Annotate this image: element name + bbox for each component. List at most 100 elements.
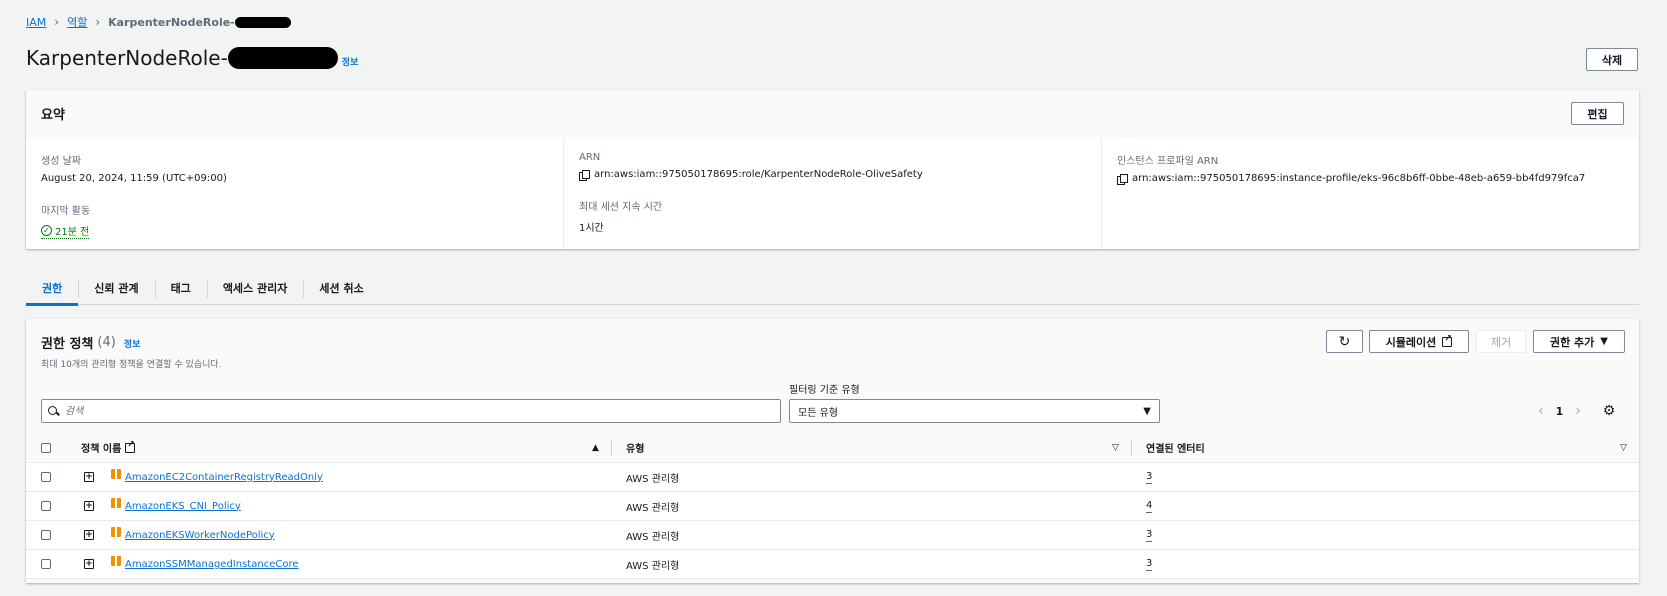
instance-profile-value: arn:aws:iam::975050178695:instance-profi… xyxy=(1132,173,1586,184)
attached-entities[interactable]: 3 xyxy=(1146,471,1153,484)
breadcrumb-current-label: KarpenterNodeRole- xyxy=(108,15,235,29)
table-row: + AmazonSSMManagedInstanceCore AWS 관리형 3 xyxy=(26,550,1639,579)
edit-button[interactable]: 편집 xyxy=(1571,102,1624,125)
sort-ascending-icon[interactable]: ▲ xyxy=(592,443,599,453)
summary-col-3: 인스턴스 프로파일 ARN arn:aws:iam::975050178695:… xyxy=(1101,138,1639,249)
last-activity: ✓ 21분 전 xyxy=(41,223,548,239)
select-all-checkbox[interactable] xyxy=(41,442,51,453)
row-checkbox[interactable] xyxy=(41,530,51,540)
external-link-icon xyxy=(125,440,136,453)
arn-label: ARN xyxy=(579,152,601,163)
created-value: August 20, 2024, 11:59 (UTC+09:00) xyxy=(41,173,227,184)
info-link[interactable]: 정보 xyxy=(342,55,359,68)
summary-body: 생성 날짜 August 20, 2024, 11:59 (UTC+09:00)… xyxy=(26,138,1639,249)
arn-value: arn:aws:iam::975050178695:role/Karpenter… xyxy=(594,169,923,180)
table-row: + AmazonEC2ContainerRegistryReadOnly AWS… xyxy=(26,463,1639,492)
breadcrumb-iam[interactable]: IAM xyxy=(26,16,46,29)
chevron-right-icon: › xyxy=(95,15,101,29)
gear-icon[interactable]: ⚙ xyxy=(1601,403,1617,419)
last-activity-value: 21분 전 xyxy=(55,227,90,238)
redaction xyxy=(234,16,291,28)
tab-access-advisor[interactable]: 액세스 관리자 xyxy=(206,272,304,305)
policies-table: 정책 이름 ▲ 유형 ▽ 연결된 엔터티 ▽ + AmazonEC2Contai… xyxy=(26,433,1639,579)
created-label: 생성 날짜 xyxy=(41,156,81,167)
instance-profile-label: 인스턴스 프로파일 ARN xyxy=(1117,156,1219,167)
copy-icon[interactable] xyxy=(1117,173,1128,185)
filter-label: 필터링 기준 유형 xyxy=(789,385,860,396)
instance-profile-row: arn:aws:iam::975050178695:instance-profi… xyxy=(1117,173,1624,185)
search-input[interactable] xyxy=(65,405,765,417)
column-divider xyxy=(1131,440,1132,456)
table-row: + AmazonEKS_CNI_Policy AWS 관리형 4 xyxy=(26,492,1639,521)
refresh-icon: ↻ xyxy=(1338,333,1351,350)
last-activity-status[interactable]: ✓ 21분 전 xyxy=(41,223,90,239)
expand-icon[interactable]: + xyxy=(84,530,94,540)
policy-type: AWS 관리형 xyxy=(626,473,680,485)
chevron-right-icon: › xyxy=(54,15,60,29)
last-activity-label: 마지막 활동 xyxy=(41,206,91,217)
policy-link[interactable]: AmazonEC2ContainerRegistryReadOnly xyxy=(125,472,323,483)
managed-policy-icon xyxy=(111,527,121,537)
tab-tags[interactable]: 태그 xyxy=(154,272,207,305)
summary-header: 요약 편집 xyxy=(26,90,1639,138)
policy-type: AWS 관리형 xyxy=(626,502,680,514)
chevron-left-icon[interactable]: ‹ xyxy=(1538,403,1544,419)
managed-policy-icon xyxy=(111,556,121,566)
chevron-right-icon[interactable]: › xyxy=(1575,403,1581,419)
search-icon xyxy=(48,405,59,417)
remove-button[interactable]: 제거 xyxy=(1476,330,1526,353)
policy-link[interactable]: AmazonEKSWorkerNodePolicy xyxy=(125,530,275,541)
policy-link[interactable]: AmazonSSMManagedInstanceCore xyxy=(125,559,299,570)
permissions-panel: 권한 정책 (4) 정보 최대 10개의 관리형 정책을 연결할 수 있습니다.… xyxy=(26,319,1639,583)
page-title: KarpenterNodeRole- 정보 xyxy=(26,46,358,70)
sort-icon[interactable]: ▽ xyxy=(1112,443,1119,453)
row-checkbox[interactable] xyxy=(41,472,51,482)
policy-type: AWS 관리형 xyxy=(626,531,680,543)
tab-revoke-sessions[interactable]: 세션 취소 xyxy=(303,272,379,305)
tab-trust-relationships[interactable]: 신뢰 관계 xyxy=(78,272,154,305)
pagination: ‹ 1 › xyxy=(1538,403,1581,419)
add-permissions-label: 권한 추가 xyxy=(1549,335,1595,349)
type-filter-select[interactable]: 모든 유형 ▼ xyxy=(789,399,1160,423)
attached-entities[interactable]: 3 xyxy=(1146,558,1153,571)
breadcrumb: IAM › 역할 › KarpenterNodeRole- xyxy=(26,14,291,30)
delete-button[interactable]: 삭제 xyxy=(1586,48,1638,71)
row-checkbox[interactable] xyxy=(41,559,51,569)
check-circle-icon: ✓ xyxy=(41,225,52,236)
breadcrumb-roles[interactable]: 역할 xyxy=(67,14,87,30)
permissions-description: 최대 10개의 관리형 정책을 연결할 수 있습니다. xyxy=(41,360,222,370)
managed-policy-icon xyxy=(111,469,121,479)
permissions-title: 권한 정책 (4) 정보 xyxy=(41,333,140,352)
simulate-button[interactable]: 시뮬레이션 xyxy=(1369,330,1469,353)
row-checkbox[interactable] xyxy=(41,501,51,511)
caret-down-icon: ▼ xyxy=(1600,336,1608,347)
column-policy-name-label: 정책 이름 xyxy=(81,444,122,455)
max-session-label: 최대 세션 지속 시간 xyxy=(579,202,663,213)
page-number[interactable]: 1 xyxy=(1556,405,1564,418)
summary-title: 요약 xyxy=(41,108,65,123)
summary-col-2: ARN arn:aws:iam::975050178695:role/Karpe… xyxy=(563,138,1101,249)
expand-icon[interactable]: + xyxy=(84,559,94,569)
column-attached-entities[interactable]: 연결된 엔터티 xyxy=(1146,440,1205,455)
column-policy-name[interactable]: 정책 이름 xyxy=(81,440,136,455)
permissions-title-text: 권한 정책 xyxy=(41,337,94,352)
refresh-button[interactable]: ↻ xyxy=(1326,330,1363,353)
external-link-icon xyxy=(1442,334,1453,347)
column-divider xyxy=(611,440,612,456)
expand-icon[interactable]: + xyxy=(84,501,94,511)
copy-icon[interactable] xyxy=(579,169,590,181)
policy-link[interactable]: AmazonEKS_CNI_Policy xyxy=(125,501,241,512)
info-link[interactable]: 정보 xyxy=(124,337,141,350)
sort-icon[interactable]: ▽ xyxy=(1620,443,1627,453)
summary-panel: 요약 편집 생성 날짜 August 20, 2024, 11:59 (UTC+… xyxy=(26,90,1639,249)
page-title-text: KarpenterNodeRole- xyxy=(26,46,228,70)
column-type[interactable]: 유형 xyxy=(626,440,644,455)
search-box xyxy=(41,399,781,423)
add-permissions-button[interactable]: 권한 추가 ▼ xyxy=(1533,330,1625,353)
attached-entities[interactable]: 3 xyxy=(1146,529,1153,542)
tab-bar: 권한 신뢰 관계 태그 액세스 관리자 세션 취소 xyxy=(26,272,1639,306)
summary-col-1: 생성 날짜 August 20, 2024, 11:59 (UTC+09:00)… xyxy=(26,138,563,249)
attached-entities[interactable]: 4 xyxy=(1146,500,1153,513)
tab-permissions[interactable]: 권한 xyxy=(26,272,79,306)
expand-icon[interactable]: + xyxy=(84,472,94,482)
